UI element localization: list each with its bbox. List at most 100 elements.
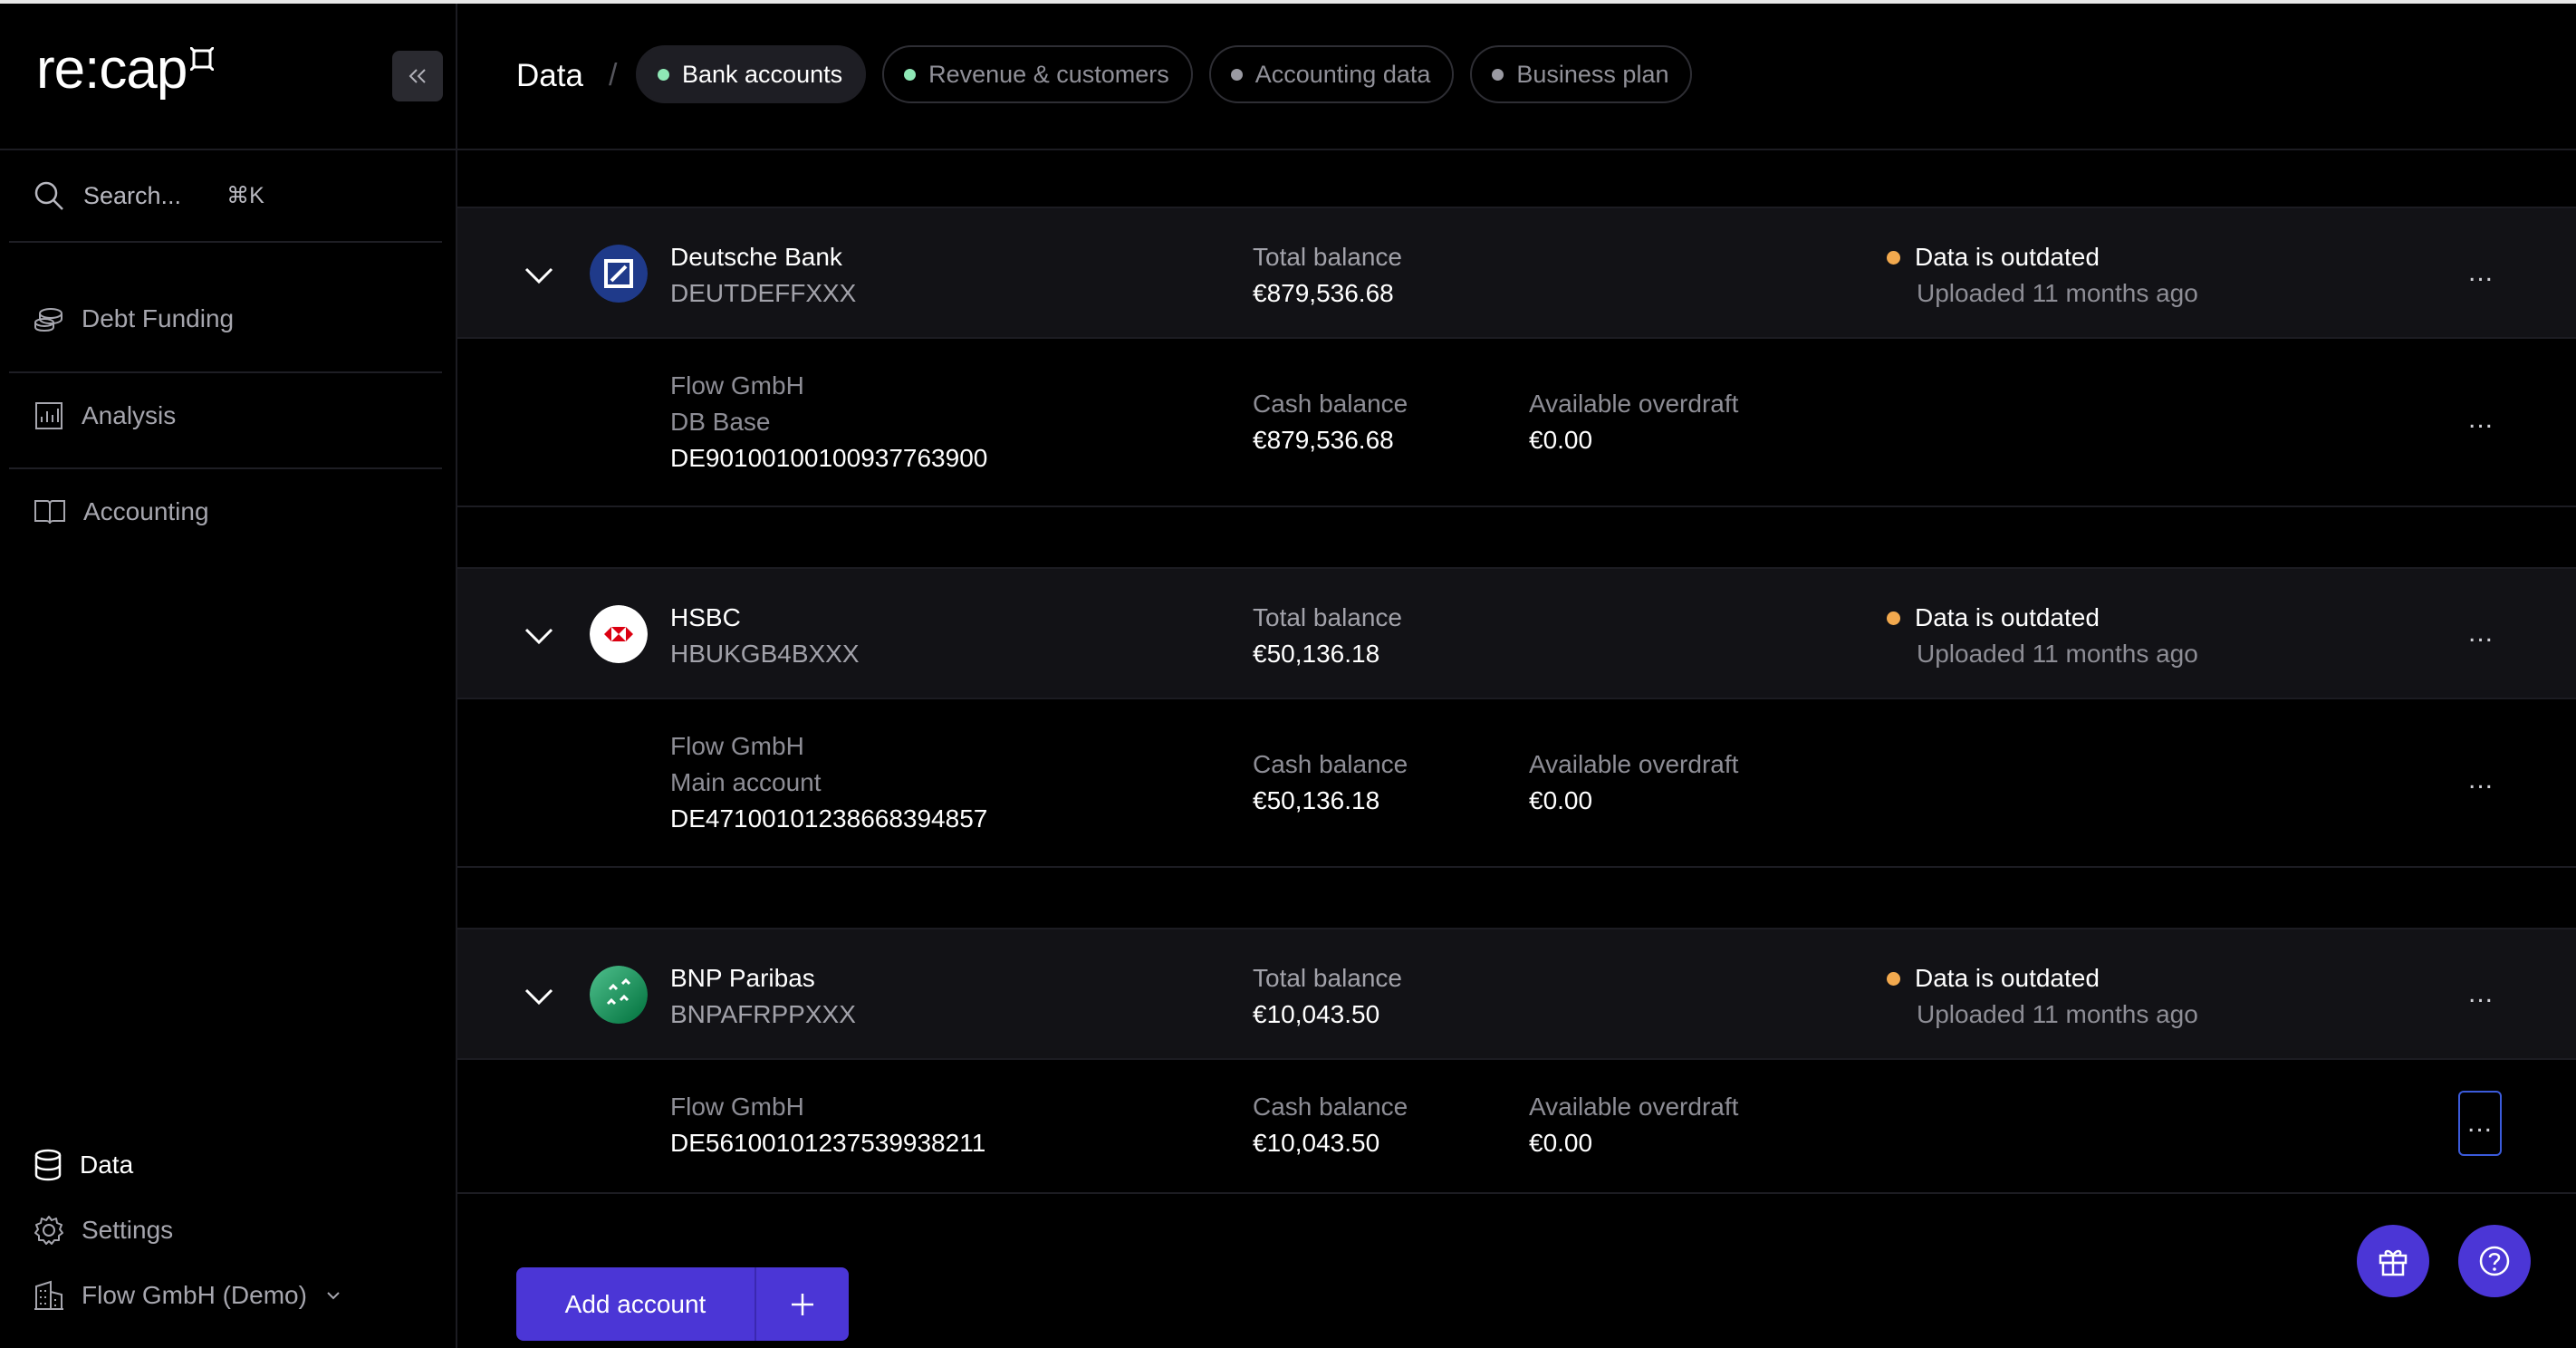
sidebar-item-label: Debt Funding	[82, 304, 235, 332]
account-product: DB Base	[670, 408, 771, 436]
more-options-button[interactable]: ...	[2458, 397, 2504, 442]
search-shortcut: ⌘K	[226, 183, 264, 208]
sidebar-item-accounting[interactable]: Accounting	[33, 496, 209, 527]
bank-bic: HBUKGB4BXXX	[670, 640, 860, 668]
search-icon	[34, 181, 63, 210]
sidebar-separator	[9, 467, 442, 469]
overdraft-value: €0.00	[1529, 426, 1593, 454]
sidebar-item-settings[interactable]: Settings	[33, 1214, 173, 1247]
account-holder: Flow GmbH	[670, 371, 804, 400]
tab-business-plan[interactable]: Business plan	[1470, 45, 1693, 103]
status-dot	[658, 68, 669, 81]
total-balance-value: €50,136.18	[1253, 640, 1380, 668]
cash-balance-value: €879,536.68	[1253, 426, 1394, 454]
sidebar: re:cap Search... ⌘K Debt Funding Analysi…	[0, 4, 457, 1348]
status-dot	[904, 68, 917, 81]
chevrons-left-icon	[409, 69, 426, 83]
tab-bank-accounts[interactable]: Bank accounts	[636, 45, 867, 103]
sidebar-item-label: Accounting	[83, 497, 209, 525]
building-icon	[33, 1279, 65, 1312]
bank-name: Deutsche Bank	[670, 243, 842, 271]
collapse-sidebar-button[interactable]	[392, 51, 443, 101]
bank-bic: BNPAFRPPXXX	[670, 1000, 856, 1028]
help-icon	[2479, 1246, 2510, 1276]
company-switcher[interactable]: Flow GmbH (Demo)	[33, 1279, 343, 1312]
chart-icon	[33, 400, 65, 431]
tab-accounting-data[interactable]: Accounting data	[1208, 45, 1455, 103]
account-product: Main account	[670, 768, 822, 796]
status-dot	[1230, 68, 1243, 81]
bank-name: HSBC	[670, 603, 741, 631]
more-options-button[interactable]: ...	[2458, 1091, 2502, 1156]
cash-balance-value: €10,043.50	[1253, 1129, 1380, 1157]
account-holder: Flow GmbH	[670, 732, 804, 760]
tab-label: Bank accounts	[682, 60, 843, 88]
account-row: Flow GmbH Main account DE471001012386683…	[457, 699, 2576, 868]
database-icon	[33, 1149, 63, 1181]
account-holder: Flow GmbH	[670, 1093, 804, 1121]
account-row: Flow GmbH DE56100101237539938211 Cash ba…	[457, 1060, 2576, 1194]
cash-balance-value: €50,136.18	[1253, 786, 1380, 814]
account-iban: DE90100100100937763900	[670, 444, 988, 472]
sidebar-separator	[9, 371, 442, 373]
status-badge: Data is outdated	[1887, 964, 2100, 993]
coins-icon	[33, 304, 65, 333]
total-balance-label: Total balance	[1253, 603, 1403, 631]
overdraft-value: €0.00	[1529, 1129, 1593, 1157]
overdraft-label: Available overdraft	[1529, 750, 1739, 778]
bank-bic: DEUTDEFFXXX	[670, 279, 857, 307]
expand-toggle[interactable]	[521, 978, 557, 1019]
overdraft-label: Available overdraft	[1529, 390, 1739, 418]
more-options-button[interactable]: ...	[2458, 971, 2504, 1016]
logo-mark-icon	[190, 47, 215, 71]
more-options-button[interactable]: ...	[2458, 757, 2504, 803]
status-dot	[1887, 611, 1900, 625]
total-balance-value: €879,536.68	[1253, 279, 1394, 307]
sidebar-item-data[interactable]: Data	[33, 1149, 133, 1181]
account-iban: DE47100101238668394857	[670, 804, 988, 833]
add-account-button[interactable]: Add account	[516, 1267, 756, 1341]
upload-time: Uploaded 11 months ago	[1917, 640, 2198, 668]
sidebar-divider	[0, 149, 456, 150]
expand-toggle[interactable]	[521, 257, 557, 298]
chevron-down-icon	[327, 1292, 340, 1300]
add-account-plus-button[interactable]	[756, 1267, 849, 1341]
logo-text: re:cap	[36, 38, 187, 101]
bank-row: Deutsche Bank DEUTDEFFXXX Total balance …	[457, 207, 2576, 339]
logo[interactable]: re:cap	[36, 38, 215, 101]
cash-balance-label: Cash balance	[1253, 1093, 1408, 1121]
bank-accounts-list: Deutsche Bank DEUTDEFFXXX Total balance …	[457, 150, 2576, 1348]
search-button[interactable]: Search... ⌘K	[33, 179, 264, 212]
tab-label: Business plan	[1516, 60, 1669, 88]
bank-row: BNP Paribas BNPAFRPPXXX Total balance €1…	[457, 928, 2576, 1060]
chevron-down-icon	[524, 988, 553, 1006]
overdraft-value: €0.00	[1529, 786, 1593, 814]
plus-icon	[792, 1293, 813, 1315]
sidebar-item-label: Data	[80, 1151, 134, 1179]
chevron-down-icon	[524, 628, 553, 645]
tab-label: Revenue & customers	[928, 60, 1169, 88]
status-text: Data is outdated	[1915, 964, 2100, 992]
sidebar-item-label: Settings	[82, 1216, 174, 1244]
more-options-button[interactable]: ...	[2458, 250, 2504, 295]
total-balance-label: Total balance	[1253, 964, 1403, 992]
deutsche-bank-logo-icon	[590, 245, 648, 303]
help-button[interactable]	[2458, 1225, 2531, 1297]
gear-icon	[33, 1214, 65, 1247]
sidebar-item-debt-funding[interactable]: Debt Funding	[33, 304, 234, 333]
header: Data / Bank accounts Revenue & customers…	[457, 4, 2576, 150]
status-dot	[1887, 971, 1900, 986]
hsbc-logo-icon	[590, 605, 648, 663]
sidebar-separator	[9, 241, 442, 243]
total-balance-label: Total balance	[1253, 243, 1403, 271]
more-options-button[interactable]: ...	[2458, 611, 2504, 656]
gift-button[interactable]	[2357, 1225, 2429, 1297]
expand-toggle[interactable]	[521, 618, 557, 659]
search-label: Search...	[83, 181, 182, 209]
sidebar-item-analysis[interactable]: Analysis	[33, 400, 176, 431]
breadcrumb[interactable]: Data	[516, 58, 583, 94]
cash-balance-label: Cash balance	[1253, 750, 1408, 778]
status-dot	[1887, 250, 1900, 265]
tab-revenue-customers[interactable]: Revenue & customers	[882, 45, 1193, 103]
account-iban: DE56100101237539938211	[670, 1129, 986, 1157]
